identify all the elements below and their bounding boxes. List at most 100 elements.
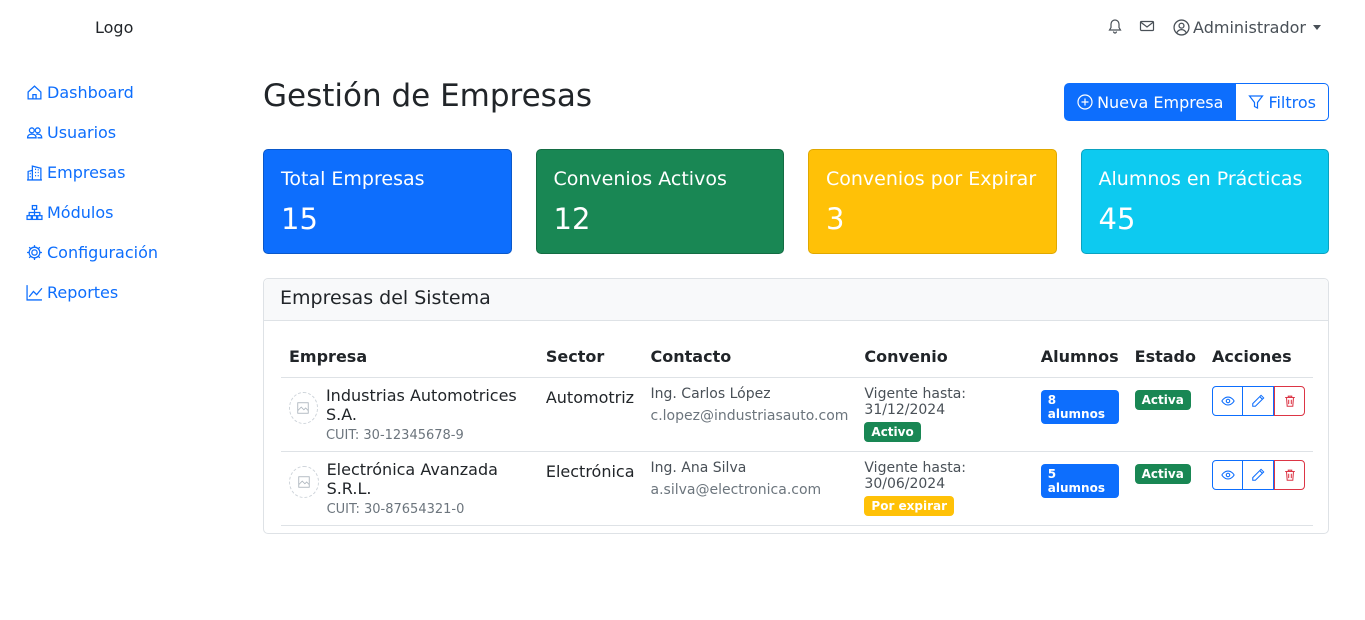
company-name: Electrónica Avanzada S.R.L. [326,459,498,498]
convenio-date: Vigente hasta: 31/12/2024 [864,385,967,418]
page-title: Gestión de Empresas [263,78,592,114]
eye-icon [1220,396,1235,405]
cell-estado: Activa [1126,451,1204,526]
caret-down-icon [1313,24,1321,30]
status-badge: Activa [1134,389,1191,410]
contact-name: Ing. Ana Silva [650,459,747,476]
cell-alumnos: 5 alumnos [1032,451,1127,526]
stat-value: 45 [1098,202,1136,236]
logo[interactable]: Logo [95,18,133,37]
sidebar: Dashboard Usuarios Empresas Módulos Conf… [26,72,226,312]
stat-card-total-empresas: Total Empresas 15 [263,149,512,254]
sidebar-item-configuracion[interactable]: Configuración [26,232,226,272]
graph-icon [26,284,43,301]
sidebar-item-dashboard[interactable]: Dashboard [26,72,226,112]
stat-value: 3 [826,202,845,236]
sidebar-item-label: Reportes [47,282,119,302]
cell-acciones [1204,377,1313,452]
new-company-label: Nueva Empresa [1097,92,1224,112]
cell-acciones [1204,451,1313,526]
convenio-badge: Por expirar [864,495,955,516]
stat-card-convenios-activos: Convenios Activos 12 [535,149,784,254]
column-header: Empresa [281,336,538,378]
table-row: Industrias Automotrices S.A. CUIT: 30-12… [281,377,1313,452]
cell-estado: Activa [1126,377,1204,452]
sidebar-item-label: Usuarios [47,122,117,142]
pencil-icon [1252,468,1265,481]
people-icon [26,124,43,141]
column-header: Estado [1126,336,1204,378]
user-name: Administrador [1193,17,1306,37]
house-icon [26,84,43,101]
user-menu[interactable]: Administrador [1173,18,1321,37]
cell-convenio: Vigente hasta: 31/12/2024 Activo [856,377,1033,452]
cell-empresa: Electrónica Avanzada S.R.L. CUIT: 30-876… [281,451,538,526]
stat-title: Total Empresas [281,168,425,190]
edit-button[interactable] [1243,385,1274,416]
trash-icon [1284,395,1295,407]
table-header-row: Empresa Sector Contacto Convenio Alumnos… [281,336,1313,378]
sidebar-item-label: Empresas [47,162,126,182]
header-actions: Nueva Empresa Filtros [1064,83,1329,121]
view-button[interactable] [1212,385,1243,416]
sidebar-item-label: Dashboard [47,82,134,102]
convenio-date: Vigente hasta: 30/06/2024 [864,459,967,492]
cell-contacto: Ing. Carlos López c.lopez@industriasauto… [642,377,857,452]
filters-label: Filtros [1268,92,1316,112]
stats-cards: Total Empresas 15 Convenios Activos 12 C… [263,149,1329,254]
company-cuit: CUIT: 30-87654321-0 [326,501,465,517]
person-circle-icon [1173,18,1190,36]
topbar: Administrador [1093,16,1321,38]
new-company-button[interactable]: Nueva Empresa [1064,83,1237,121]
envelope-icon[interactable] [1139,18,1157,36]
contact-email: c.lopez@industriasauto.com [650,407,849,424]
delete-button[interactable] [1274,385,1305,416]
gear-icon [26,244,43,261]
plus-circle-icon [1077,94,1093,110]
delete-button[interactable] [1274,459,1305,490]
bell-icon[interactable] [1107,18,1125,36]
cell-empresa: Industrias Automotrices S.A. CUIT: 30-12… [281,377,538,452]
building-icon [26,164,43,181]
table-row: Electrónica Avanzada S.R.L. CUIT: 30-876… [281,451,1313,526]
sidebar-item-empresas[interactable]: Empresas [26,152,226,192]
company-sector: Automotriz [545,387,635,407]
filters-button[interactable]: Filtros [1236,83,1329,121]
contact-email: a.silva@electronica.com [650,481,822,498]
contact-name: Ing. Carlos López [650,385,771,402]
panel-title: Empresas del Sistema [264,279,1328,321]
edit-button[interactable] [1243,459,1274,490]
sidebar-item-label: Configuración [47,242,159,262]
column-header: Convenio [856,336,1033,378]
company-cuit: CUIT: 30-12345678-9 [325,427,464,443]
stat-value: 15 [281,202,318,236]
stat-title: Alumnos en Prácticas [1098,168,1303,190]
sidebar-item-label: Módulos [47,202,114,222]
sidebar-item-reportes[interactable]: Reportes [26,272,226,312]
alumnos-badge: 5 alumnos [1040,463,1119,498]
pencil-icon [1252,394,1265,407]
column-header: Acciones [1204,336,1313,378]
cell-sector: Electrónica [537,451,643,526]
cell-contacto: Ing. Ana Silva a.silva@electronica.com [642,451,857,526]
sidebar-item-usuarios[interactable]: Usuarios [26,112,226,152]
stat-card-alumnos-practicas: Alumnos en Prácticas 45 [1080,149,1329,254]
companies-panel: Empresas del Sistema Empresa Sector Cont… [263,278,1329,534]
stat-value: 12 [553,202,591,236]
image-placeholder-icon [289,391,318,424]
status-badge: Activa [1134,463,1191,484]
cell-alumnos: 8 alumnos [1032,377,1127,452]
stat-card-convenios-por-expirar: Convenios por Expirar 3 [808,149,1057,254]
alumnos-badge: 8 alumnos [1040,389,1119,424]
view-button[interactable] [1212,459,1243,490]
column-header: Sector [537,336,643,378]
column-header: Contacto [642,336,857,378]
cell-sector: Automotriz [537,377,643,452]
trash-icon [1284,469,1295,481]
column-header: Alumnos [1032,336,1127,378]
company-sector: Electrónica [545,461,635,481]
funnel-icon [1248,94,1265,110]
company-name: Industrias Automotrices S.A. [325,385,517,424]
stat-title: Convenios Activos [553,168,727,190]
sidebar-item-modulos[interactable]: Módulos [26,192,226,232]
